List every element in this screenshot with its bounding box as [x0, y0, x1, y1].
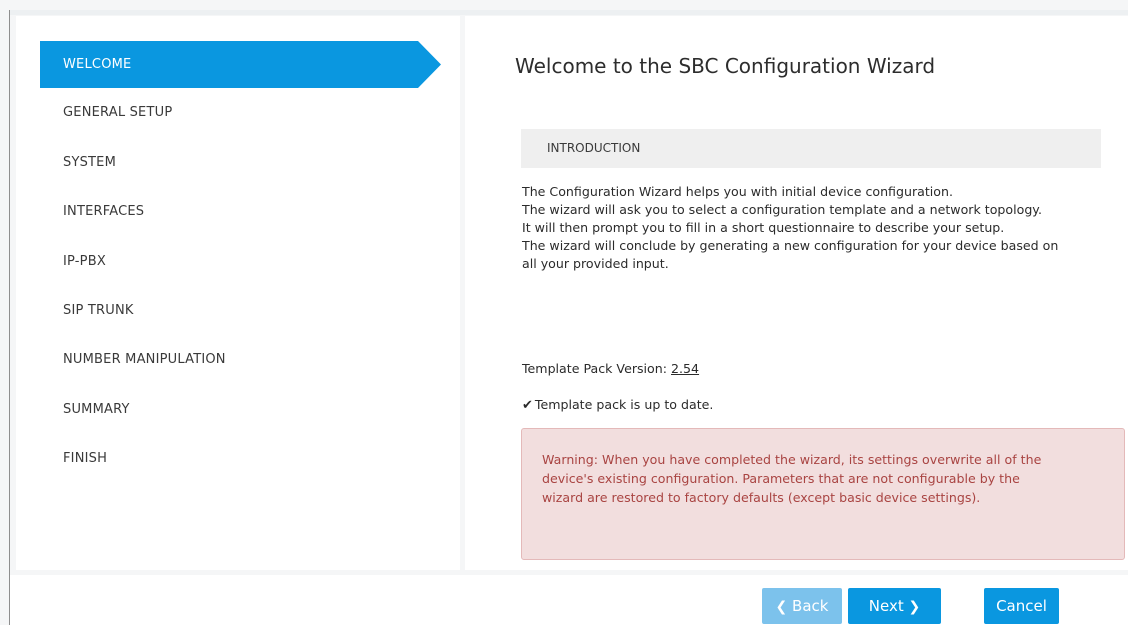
sidebar-item-welcome[interactable]: WELCOME	[40, 41, 441, 88]
intro-line: all your provided input.	[522, 256, 669, 271]
intro-text: The Configuration Wizard helps you with …	[522, 183, 1122, 273]
sidebar-item-finish[interactable]: FINISH	[63, 451, 107, 466]
chevron-right-icon: ❯	[908, 599, 921, 615]
sidebar-item-general-setup[interactable]: GENERAL SETUP	[63, 105, 172, 120]
intro-line: The wizard will ask you to select a conf…	[522, 202, 1042, 217]
template-version-label: Template Pack Version:	[522, 361, 667, 376]
template-version: Template Pack Version: 2.54	[522, 361, 699, 376]
section-header-label: INTRODUCTION	[547, 141, 641, 155]
sidebar-item-ip-pbx[interactable]: IP-PBX	[63, 254, 106, 269]
sidebar-item-summary[interactable]: SUMMARY	[63, 402, 130, 417]
cancel-button[interactable]: Cancel	[984, 588, 1059, 624]
sidebar-item-label: WELCOME	[63, 57, 132, 72]
template-version-value[interactable]: 2.54	[671, 361, 699, 376]
section-header: INTRODUCTION	[521, 129, 1101, 168]
intro-line: It will then prompt you to fill in a sho…	[522, 220, 1005, 235]
template-status: ✔ Template pack is up to date.	[522, 397, 713, 413]
chevron-left-icon: ❮	[775, 599, 788, 615]
template-status-text: Template pack is up to date.	[534, 397, 714, 412]
warning-line: wizard are restored to factory defaults …	[542, 490, 981, 505]
top-strip	[10, 10, 1128, 15]
back-button[interactable]: ❮ Back	[762, 588, 842, 624]
page-title: Welcome to the SBC Configuration Wizard	[515, 54, 936, 78]
next-button[interactable]: Next ❯	[848, 588, 941, 624]
window-left-border	[9, 10, 10, 625]
sidebar-item-system[interactable]: SYSTEM	[63, 155, 116, 170]
warning-line: device's existing configuration. Paramet…	[542, 471, 1020, 486]
sidebar-item-number-manipulation[interactable]: NUMBER MANIPULATION	[63, 352, 226, 367]
footer-bar	[10, 575, 1128, 625]
warning-line: Warning: When you have completed the wiz…	[542, 452, 1042, 467]
intro-line: The wizard will conclude by generating a…	[522, 238, 1059, 253]
back-button-label: Back	[792, 597, 829, 615]
next-button-label: Next	[868, 597, 904, 615]
sidebar-item-interfaces[interactable]: INTERFACES	[63, 204, 144, 219]
warning-alert: Warning: When you have completed the wiz…	[521, 428, 1125, 560]
sidebar	[16, 16, 460, 570]
sidebar-item-sip-trunk[interactable]: SIP TRUNK	[63, 303, 134, 318]
intro-line: The Configuration Wizard helps you with …	[522, 184, 953, 199]
check-icon: ✔	[522, 398, 533, 413]
